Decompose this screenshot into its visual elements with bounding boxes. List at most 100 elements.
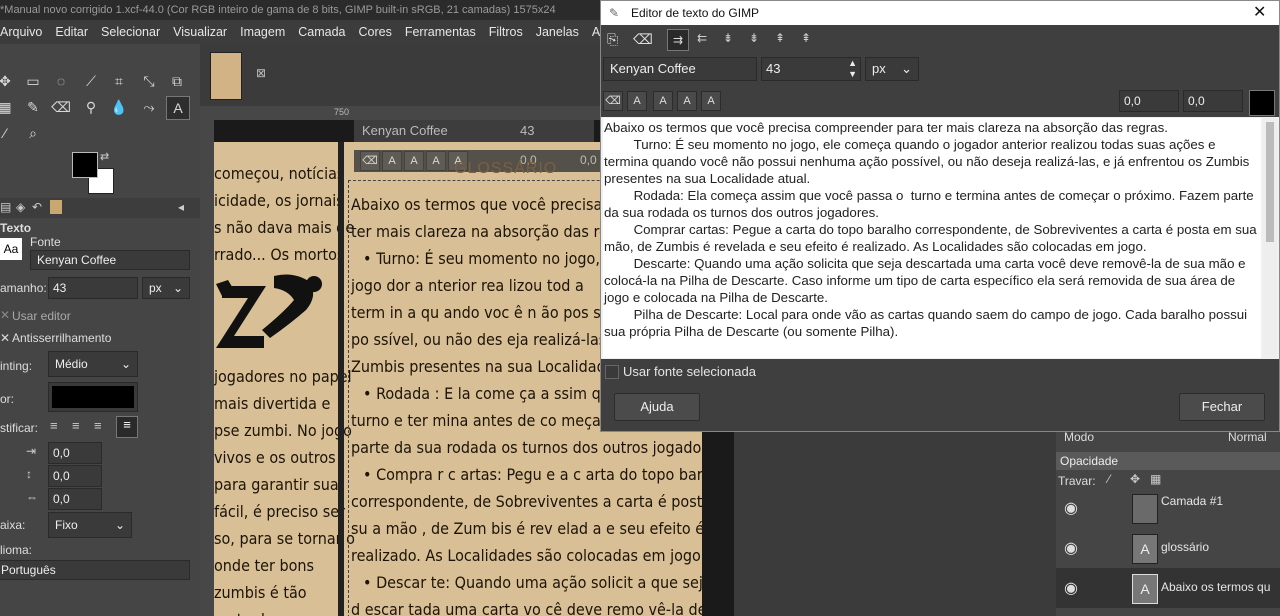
left-column-line: pse zumbi. No jogo bbox=[214, 421, 352, 440]
canvas-kerning[interactable]: 0,0 bbox=[580, 153, 597, 167]
menu-selecionar[interactable]: Selecionar bbox=[101, 25, 160, 39]
menu-camada[interactable]: Camada bbox=[298, 25, 345, 39]
clone-icon[interactable]: ⚲ bbox=[80, 96, 102, 118]
editor-scrollbar[interactable] bbox=[1263, 118, 1277, 358]
bold-icon[interactable]: A bbox=[382, 151, 402, 171]
crop-icon[interactable]: ⌗ bbox=[108, 70, 130, 92]
layer-row-selected[interactable]: ◉ A Abaixo os termos qu bbox=[1056, 568, 1280, 608]
baseline-input[interactable]: 0,0 bbox=[1119, 90, 1179, 112]
menu-cores[interactable]: Cores bbox=[359, 25, 392, 39]
foreground-color-swatch[interactable] bbox=[72, 152, 98, 178]
layer-row[interactable]: ◉ Camada #1 bbox=[1056, 488, 1280, 528]
font-input[interactable]: Kenyan Coffee bbox=[30, 250, 190, 270]
lock-pixels-icon[interactable]: ⁄ bbox=[1108, 472, 1110, 486]
eraser-icon[interactable]: ⌫ bbox=[50, 96, 72, 118]
menu-arquivo[interactable]: Arquivo bbox=[0, 25, 42, 39]
image-thumbnail[interactable] bbox=[210, 52, 242, 100]
vertical-rtl-upright-icon[interactable]: ⇟ bbox=[749, 31, 759, 45]
use-editor-checkbox[interactable]: ✕ bbox=[0, 308, 10, 322]
close-button[interactable]: Fechar bbox=[1179, 393, 1265, 421]
canvas-font-size[interactable]: 43 bbox=[520, 123, 534, 138]
eye-icon[interactable]: ◉ bbox=[1064, 498, 1078, 518]
swap-colors-icon[interactable]: ⇄ bbox=[100, 150, 109, 163]
color-picker-icon[interactable]: ⁄ bbox=[0, 122, 16, 144]
rect-select-icon[interactable]: ▭ bbox=[22, 70, 44, 92]
close-image-icon[interactable]: ⊠ bbox=[256, 66, 266, 80]
text-color-button[interactable] bbox=[48, 382, 138, 412]
left-column-line: mais divertida e bbox=[214, 394, 331, 413]
rtl-icon[interactable]: ⇇ bbox=[697, 31, 707, 45]
lock-position-icon[interactable]: ✥ bbox=[1130, 472, 1140, 486]
eye-icon[interactable]: ◉ bbox=[1064, 538, 1078, 558]
italic-icon[interactable]: A bbox=[653, 91, 673, 111]
line-spacing-input[interactable]: 0,0 bbox=[48, 465, 102, 487]
images-tab-icon[interactable] bbox=[50, 200, 62, 214]
bucket-icon[interactable]: ▦ bbox=[0, 96, 16, 118]
clear-style-icon[interactable]: ⌫ bbox=[360, 151, 380, 171]
zoom-icon[interactable]: ⌕ bbox=[22, 122, 44, 144]
editor-scroll-thumb[interactable] bbox=[1266, 122, 1274, 242]
justify-left-icon[interactable]: ≡ bbox=[50, 418, 58, 433]
editor-unit-select[interactable]: px ⌄ bbox=[865, 57, 919, 81]
language-input[interactable]: Português bbox=[0, 560, 190, 580]
editor-font-input[interactable]: Kenyan Coffee bbox=[603, 57, 757, 81]
justify-fill-icon[interactable]: ≡ bbox=[116, 416, 138, 438]
canvas-font-name[interactable]: Kenyan Coffee bbox=[362, 123, 448, 138]
menu-imagem[interactable]: Imagem bbox=[240, 25, 285, 39]
font-preview-icon[interactable]: Aa bbox=[0, 238, 22, 260]
mode-value[interactable]: Normal bbox=[1228, 430, 1267, 444]
editor-color-button[interactable] bbox=[1249, 90, 1275, 116]
spin-arrows-icon: ▲ ▼ bbox=[848, 58, 857, 79]
editor-size-input[interactable]: 43 ▲ ▼ bbox=[761, 57, 861, 81]
use-selected-font-checkbox[interactable] bbox=[605, 365, 619, 379]
transform-icon[interactable]: ⤡ bbox=[138, 70, 160, 92]
antialias-checkbox[interactable]: ✕ bbox=[0, 331, 10, 345]
device-status-tab-icon[interactable]: ◈ bbox=[16, 200, 25, 214]
opacity-slider[interactable]: Opacidade bbox=[1056, 452, 1280, 470]
configure-tab-icon[interactable]: ◂ bbox=[178, 200, 184, 214]
clear-style-icon[interactable]: ⌫ bbox=[603, 91, 623, 111]
tool-options-tab-icon[interactable]: ▤ bbox=[0, 200, 11, 214]
help-button[interactable]: Ajuda bbox=[614, 393, 700, 421]
undo-history-tab-icon[interactable]: ↶ bbox=[32, 200, 42, 214]
close-icon[interactable]: ✕ bbox=[1253, 1, 1266, 25]
menu-janelas[interactable]: Janelas bbox=[536, 25, 579, 39]
menu-visualizar[interactable]: Visualizar bbox=[173, 25, 227, 39]
vertical-rtl-icon[interactable]: ⇟ bbox=[723, 31, 733, 45]
size-unit-select[interactable]: px ⌄ bbox=[142, 277, 190, 299]
box-select[interactable]: Fixo ⌄ bbox=[48, 512, 132, 538]
path-icon[interactable]: ⤳ bbox=[138, 96, 160, 118]
menu-ferramentas[interactable]: Ferramentas bbox=[405, 25, 476, 39]
size-input[interactable]: 43 bbox=[48, 277, 138, 299]
text-tool-icon[interactable]: A bbox=[166, 96, 190, 120]
underline-icon[interactable]: A bbox=[677, 91, 697, 111]
italic-icon[interactable]: A bbox=[404, 151, 424, 171]
paintbrush-icon[interactable]: ✎ bbox=[22, 96, 44, 118]
justify-center-icon[interactable]: ≡ bbox=[94, 418, 102, 433]
justify-right-icon[interactable]: ≡ bbox=[72, 418, 80, 433]
bold-icon[interactable]: A bbox=[627, 91, 647, 111]
editor-textarea[interactable]: Abaixo os termos que você precisa compre… bbox=[603, 118, 1261, 358]
move-tool-icon[interactable]: ✥ bbox=[0, 70, 16, 92]
strikethrough-icon[interactable]: A bbox=[701, 91, 721, 111]
layer-row[interactable]: ◉ A glossário bbox=[1056, 528, 1280, 568]
lock-alpha-icon[interactable]: ▦ bbox=[1150, 472, 1161, 486]
left-column-line: para garantir sua bbox=[214, 475, 339, 494]
indent-input[interactable]: 0,0 bbox=[48, 442, 102, 464]
vertical-ltr-upright-icon[interactable]: ⇞ bbox=[801, 31, 811, 45]
ltr-icon[interactable]: ⇉ bbox=[667, 29, 689, 51]
fuzzy-select-icon[interactable]: ⟋ bbox=[80, 70, 102, 92]
menu-filtros[interactable]: Filtros bbox=[489, 25, 523, 39]
underline-icon[interactable]: A bbox=[426, 151, 446, 171]
smudge-icon[interactable]: 💧 bbox=[108, 96, 130, 118]
lasso-icon[interactable]: ◌ bbox=[50, 70, 72, 92]
menu-editar[interactable]: Editar bbox=[55, 25, 88, 39]
open-file-icon[interactable]: ⎘ bbox=[607, 31, 618, 48]
hinting-select[interactable]: Médio ⌄ bbox=[48, 351, 138, 377]
eye-icon[interactable]: ◉ bbox=[1064, 578, 1078, 598]
vertical-ltr-icon[interactable]: ⇞ bbox=[775, 31, 785, 45]
clear-text-icon[interactable]: ⌫ bbox=[633, 31, 653, 48]
kerning-input[interactable]: 0,0 bbox=[1183, 90, 1243, 112]
letter-spacing-input[interactable]: 0,0 bbox=[48, 488, 102, 510]
warp-icon[interactable]: ⧉ bbox=[166, 70, 188, 92]
